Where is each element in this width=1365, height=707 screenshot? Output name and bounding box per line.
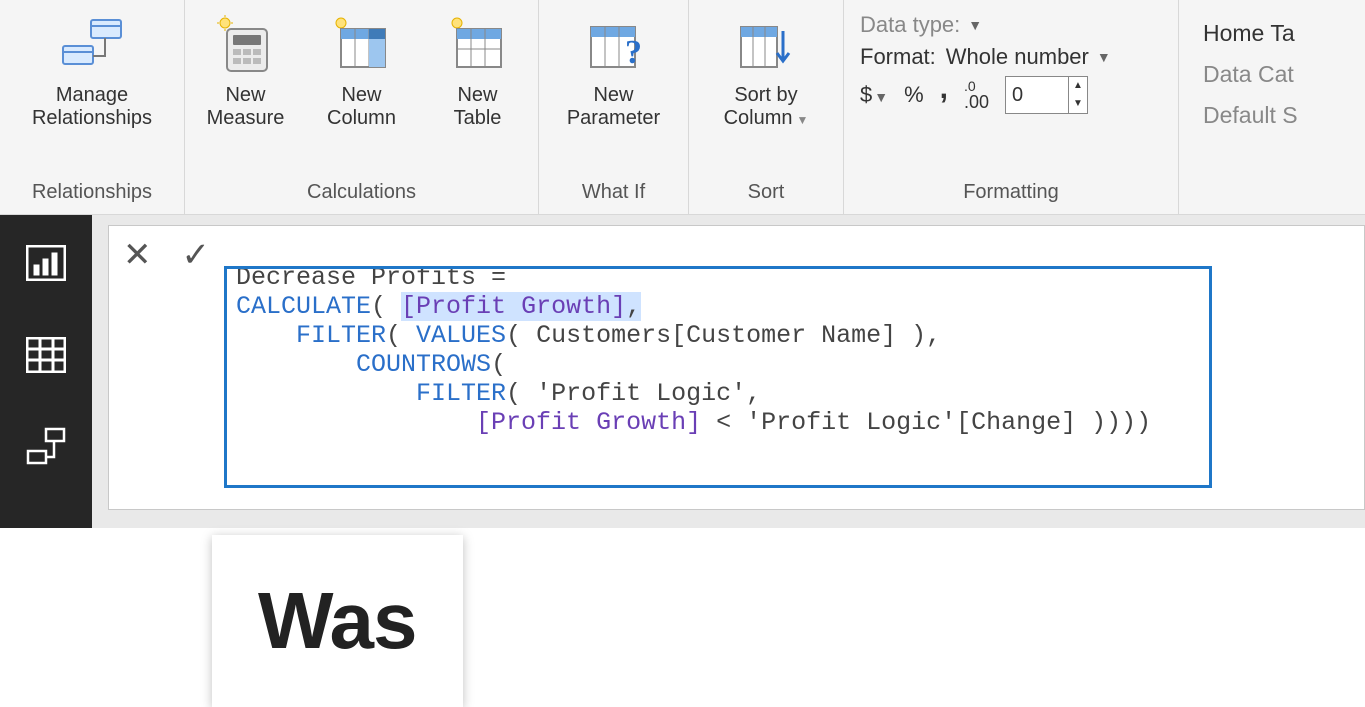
sort-by-column-button[interactable]: Sort by Column▼: [696, 6, 836, 134]
data-type-selector[interactable]: Data type: ▼: [860, 12, 1162, 38]
spinner-down-icon[interactable]: ▼: [1069, 95, 1087, 113]
decimal-places-spinner[interactable]: ▲ ▼: [1005, 76, 1088, 114]
group-label: Formatting: [844, 179, 1178, 210]
thousands-separator-button[interactable]: ,: [940, 72, 948, 106]
parameter-icon: ?: [578, 10, 650, 80]
workspace: ✕ ✓ Decrease Profits = CALCULATE( [Profi…: [0, 215, 1365, 528]
ribbon: Manage Relationships Relationships New M…: [0, 0, 1365, 215]
data-view-button[interactable]: [22, 333, 70, 377]
new-measure-button[interactable]: New Measure: [190, 6, 302, 134]
model-view-button[interactable]: [22, 425, 70, 469]
formula-bar: ✕ ✓ Decrease Profits = CALCULATE( [Profi…: [108, 225, 1365, 510]
new-column-button[interactable]: New Column: [306, 6, 418, 134]
format-selector[interactable]: Format: Whole number ▼: [860, 44, 1162, 70]
ribbon-group-relationships: Manage Relationships Relationships: [0, 0, 185, 214]
report-view-button[interactable]: [22, 241, 70, 285]
svg-text:?: ?: [625, 34, 642, 71]
ribbon-group-sort: Sort by Column▼ Sort: [689, 0, 844, 214]
new-parameter-button[interactable]: ? New Parameter: [544, 6, 684, 134]
home-table-selector[interactable]: Home Ta: [1203, 20, 1298, 47]
decimal-places-button[interactable]: .0 .00: [964, 79, 989, 111]
view-switcher: [0, 215, 92, 528]
group-label: Relationships: [0, 179, 184, 210]
table-icon: [442, 10, 514, 80]
group-label: Sort: [689, 179, 843, 210]
ribbon-group-whatif: ? New Parameter What If: [539, 0, 689, 214]
new-table-button[interactable]: New Table: [422, 6, 534, 134]
ribbon-group-formatting: Data type: ▼ Format: Whole number ▼ $▼ %…: [844, 0, 1179, 214]
formula-editor[interactable]: Decrease Profits = CALCULATE( [Profit Gr…: [224, 226, 1364, 509]
group-label: Calculations: [185, 179, 538, 210]
spinner-up-icon[interactable]: ▲: [1069, 77, 1087, 95]
chevron-down-icon: ▼: [1097, 49, 1111, 65]
group-label: What If: [539, 179, 688, 210]
decimal-places-input[interactable]: [1006, 77, 1068, 113]
ribbon-group-calculations: New Measure New Column: [185, 0, 539, 214]
chevron-down-icon: ▼: [968, 17, 982, 33]
commit-formula-button[interactable]: ✓: [182, 238, 211, 272]
report-page[interactable]: Was: [212, 535, 463, 707]
manage-relationships-button[interactable]: Manage Relationships: [7, 6, 177, 134]
column-icon: [326, 10, 398, 80]
canvas-area: ✕ ✓ Decrease Profits = CALCULATE( [Profi…: [92, 215, 1365, 528]
percent-format-button[interactable]: %: [904, 82, 924, 108]
sort-icon: [730, 10, 802, 80]
ribbon-group-properties: Home Ta Data Cat Default S: [1179, 0, 1365, 214]
page-title: Was: [258, 575, 417, 667]
currency-format-button[interactable]: $▼: [860, 82, 888, 108]
relationships-icon: [56, 10, 128, 80]
measure-icon: [210, 10, 282, 80]
default-summarization-selector[interactable]: Default S: [1203, 102, 1298, 129]
cancel-formula-button[interactable]: ✕: [123, 238, 152, 272]
data-category-selector[interactable]: Data Cat: [1203, 61, 1298, 88]
